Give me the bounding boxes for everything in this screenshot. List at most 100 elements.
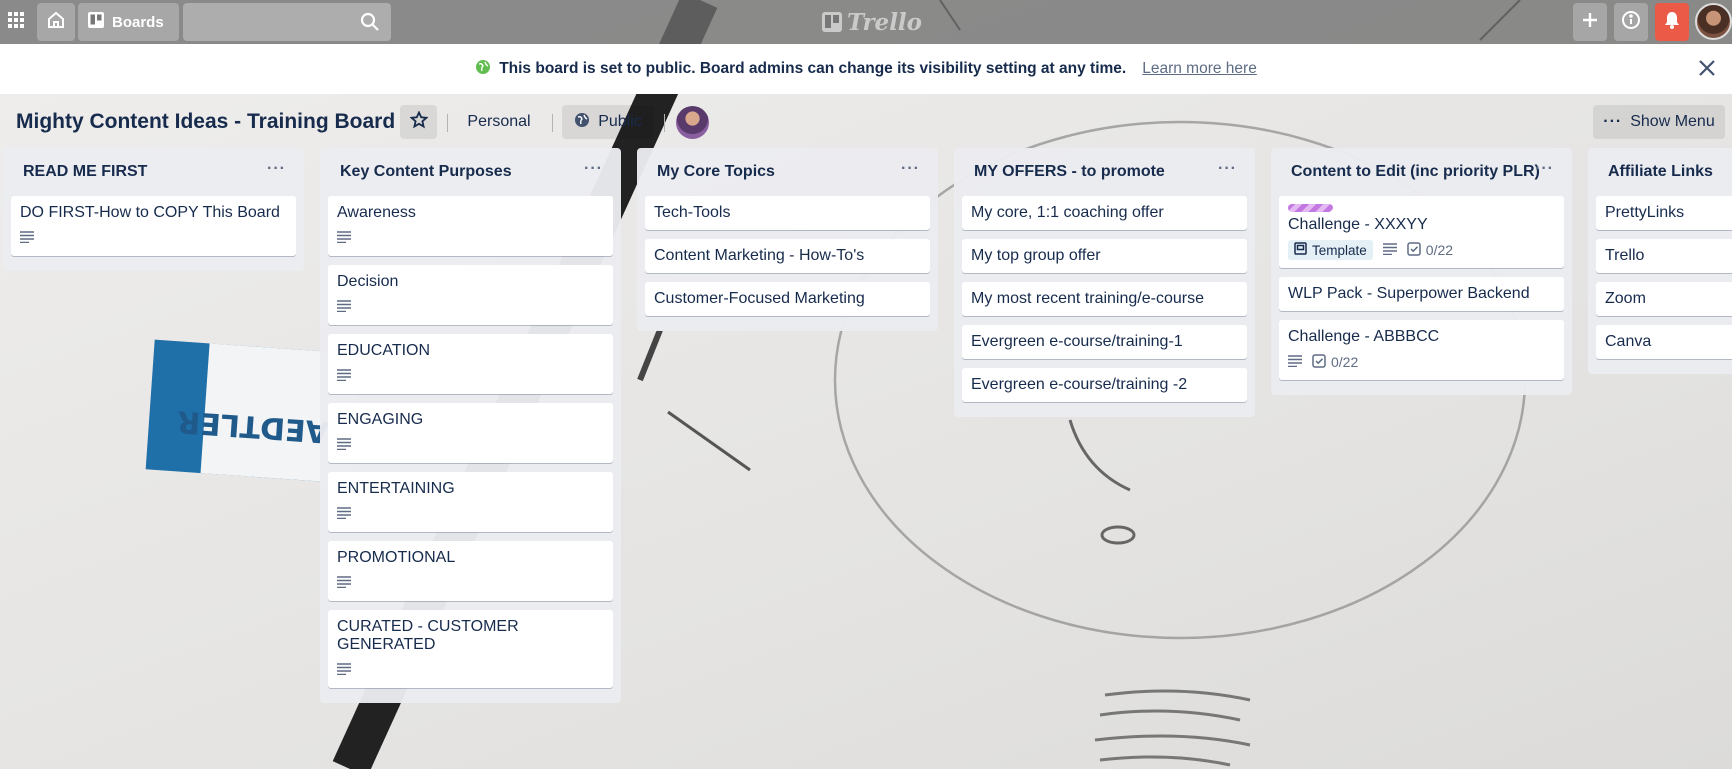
show-menu-label: Show Menu [1630,113,1715,130]
card[interactable]: Canva [1596,325,1732,359]
card-label[interactable] [1288,204,1333,212]
list-title[interactable]: Affiliate Links [1608,163,1713,181]
card[interactable]: PrettyLinks [1596,196,1732,230]
board-title[interactable]: Mighty Content Ideas - Training Board [16,110,395,134]
learn-more-link[interactable]: Learn more here [1142,60,1257,78]
list-my-core-topics: My Core Topics ··· Tech-Tools Content Ma… [637,148,938,331]
card-badges [337,504,604,524]
show-menu-button[interactable]: ··· Show Menu [1593,105,1725,139]
card[interactable]: WLP Pack - Superpower Backend [1279,277,1564,311]
card-badges: 0/22 [1288,352,1555,372]
card-badges [337,573,604,593]
card[interactable]: Decision [328,265,613,325]
card[interactable]: ENGAGING [328,403,613,463]
more-icon[interactable]: ··· [1535,160,1554,178]
trello-logo[interactable]: Trello [822,8,923,36]
description-icon [337,437,351,453]
checklist-badge: 0/22 [1312,353,1359,371]
team-label: Personal [467,113,531,130]
card[interactable]: Evergreen e-course/training-1 [962,325,1247,359]
list-header[interactable]: MY OFFERS - to promote ··· [962,148,1247,196]
boards-label: Boards [112,13,164,31]
member-avatar[interactable] [676,106,709,139]
card[interactable]: My core, 1:1 coaching offer [962,196,1247,230]
list-header[interactable]: READ ME FIRST ··· [11,148,296,196]
card-badges [337,366,604,386]
description-icon [1382,242,1397,258]
card[interactable]: Content Marketing - How-To's [645,239,930,273]
card-title: ENGAGING [337,411,424,428]
card[interactable]: CURATED - CUSTOMER GENERATED [328,610,613,688]
checklist-icon [1407,241,1421,259]
public-board-banner: This board is set to public. Board admin… [0,44,1732,94]
list-title[interactable]: Content to Edit (inc priority PLR) [1291,163,1540,181]
card-title: My most recent training/e-course [971,290,1204,307]
card[interactable]: PROMOTIONAL [328,541,613,601]
description-icon [20,230,34,246]
card-title: WLP Pack - Superpower Backend [1288,285,1530,302]
card-title: PrettyLinks [1605,204,1685,221]
card[interactable]: Zoom [1596,282,1732,316]
card[interactable]: Customer-Focused Marketing [645,282,930,316]
card[interactable]: Evergreen e-course/training -2 [962,368,1247,402]
card-title: Awareness [337,204,416,221]
user-avatar[interactable] [1695,3,1732,40]
card[interactable]: My most recent training/e-course [962,282,1247,316]
list-title[interactable]: READ ME FIRST [23,163,147,181]
list-title[interactable]: MY OFFERS - to promote [974,163,1165,181]
card-title: Decision [337,273,399,290]
card-title: ENTERTAINING [337,480,455,497]
card-badges [337,435,604,455]
card-title: CURATED - CUSTOMER GENERATED [337,618,519,653]
list-header[interactable]: My Core Topics ··· [645,148,930,196]
visibility-label: Public [598,113,642,130]
card-badges [337,660,604,680]
notifications-button[interactable] [1655,3,1689,41]
list-header[interactable]: Content to Edit (inc priority PLR) ··· [1279,148,1564,196]
boards-button[interactable]: Boards [78,3,179,41]
star-board-button[interactable] [400,105,437,139]
card-badges [20,228,287,248]
card[interactable]: DO FIRST-How to COPY This Board [11,196,296,256]
visibility-button[interactable]: Public [562,105,654,139]
checklist-count: 0/22 [1331,354,1359,370]
card-badges [337,228,604,248]
card[interactable]: Tech-Tools [645,196,930,230]
list-title[interactable]: Key Content Purposes [340,163,512,181]
card[interactable]: My top group offer [962,239,1247,273]
card[interactable]: EDUCATION [328,334,613,394]
more-icon[interactable]: ··· [901,160,920,178]
card[interactable]: ENTERTAINING [328,472,613,532]
card-title: DO FIRST-How to COPY This Board [20,204,280,221]
list-content-to-edit: Content to Edit (inc priority PLR) ··· C… [1271,148,1572,395]
home-button[interactable] [37,3,75,41]
apps-button[interactable] [0,3,32,41]
boards-icon [88,12,104,32]
checklist-icon [1312,353,1326,371]
close-icon[interactable] [1696,57,1718,84]
card[interactable]: Challenge - XXXYY Template 0/22 [1279,196,1564,268]
list-header[interactable]: Key Content Purposes ··· [328,148,613,196]
list-key-content-purposes: Key Content Purposes ··· Awareness Decis… [320,148,621,703]
team-button[interactable]: Personal [455,105,543,139]
list-read-me-first: READ ME FIRST ··· DO FIRST-How to COPY T… [3,148,304,271]
card[interactable]: Awareness [328,196,613,256]
list-affiliate-links: Affiliate Links PrettyLinks Trello Zoom … [1588,148,1732,374]
search-icon[interactable] [360,12,380,37]
more-icon[interactable]: ··· [1218,160,1237,178]
card[interactable]: Challenge - ABBBCC 0/22 [1279,320,1564,380]
list-header[interactable]: Affiliate Links [1596,148,1732,196]
card-title: Challenge - XXXYY [1288,216,1428,233]
more-icon[interactable]: ··· [584,160,603,178]
card-title: Evergreen e-course/training-1 [971,333,1183,350]
header-divider [664,114,665,132]
logo-text: Trello [847,8,923,36]
more-icon[interactable]: ··· [267,160,286,178]
card[interactable]: Trello [1596,239,1732,273]
list-title[interactable]: My Core Topics [657,163,775,181]
globe-icon [475,59,491,80]
create-button[interactable] [1573,3,1607,41]
card-title: My core, 1:1 coaching offer [971,204,1164,221]
info-button[interactable] [1614,3,1648,41]
top-nav-bar: Boards Trello [0,0,1732,44]
